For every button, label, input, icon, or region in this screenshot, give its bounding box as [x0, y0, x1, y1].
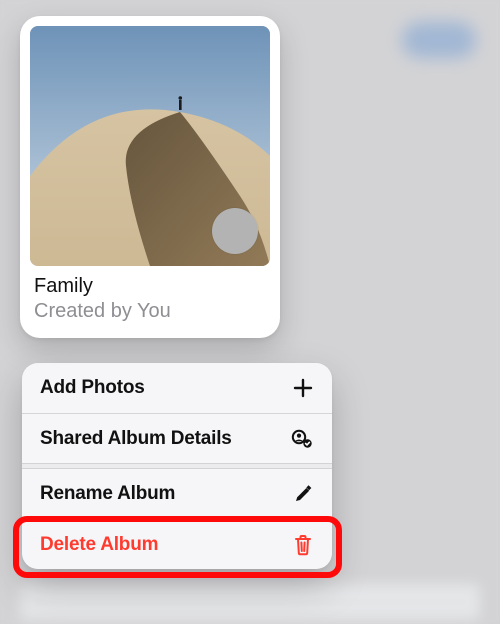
- plus-icon: [288, 377, 314, 399]
- album-preview-card[interactable]: Family Created by You: [20, 16, 280, 338]
- album-subtitle: Created by You: [34, 299, 266, 324]
- shared-users-icon: [288, 428, 314, 450]
- menu-add-photos[interactable]: Add Photos: [22, 363, 332, 413]
- menu-shared-details-label: Shared Album Details: [40, 428, 232, 450]
- menu-rename-album-label: Rename Album: [40, 483, 175, 505]
- context-menu: Add Photos Shared Album Details: [22, 363, 332, 569]
- menu-rename-album[interactable]: Rename Album: [22, 469, 332, 519]
- menu-add-photos-label: Add Photos: [40, 377, 145, 399]
- menu-delete-album-label: Delete Album: [40, 534, 158, 556]
- trash-icon: [288, 533, 314, 557]
- menu-delete-album[interactable]: Delete Album: [22, 519, 332, 569]
- album-thumbnail: [30, 26, 270, 266]
- album-title: Family: [34, 274, 266, 299]
- shared-user-avatar: [212, 208, 258, 254]
- menu-shared-details[interactable]: Shared Album Details: [22, 413, 332, 463]
- pencil-icon: [288, 483, 314, 505]
